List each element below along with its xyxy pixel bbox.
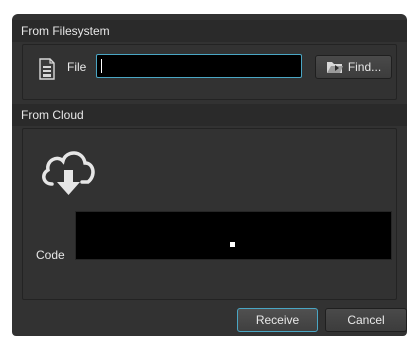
cloud-download-icon <box>42 151 95 195</box>
find-button-label: Find... <box>347 60 382 74</box>
document-archive-icon <box>39 58 55 80</box>
file-path-input[interactable] <box>96 54 302 78</box>
find-button[interactable]: Find... <box>315 55 392 79</box>
text-cursor <box>230 242 235 247</box>
receive-button-label: Receive <box>255 313 300 327</box>
code-input[interactable] <box>75 211 392 260</box>
open-folder-icon <box>326 62 343 73</box>
cloud-header-label: From Cloud <box>21 108 84 122</box>
file-label: File <box>67 60 87 74</box>
filesystem-header-label: From Filesystem <box>21 24 110 38</box>
receive-dialog: From Filesystem File Find... From Cloud … <box>12 14 407 336</box>
filesystem-section-header: From Filesystem <box>12 20 407 42</box>
cancel-button[interactable]: Cancel <box>325 308 407 332</box>
receive-button[interactable]: Receive <box>237 308 318 332</box>
code-label: Code <box>36 248 65 262</box>
text-caret <box>101 59 102 73</box>
cloud-section-header: From Cloud <box>12 104 407 126</box>
cancel-button-label: Cancel <box>347 313 385 327</box>
